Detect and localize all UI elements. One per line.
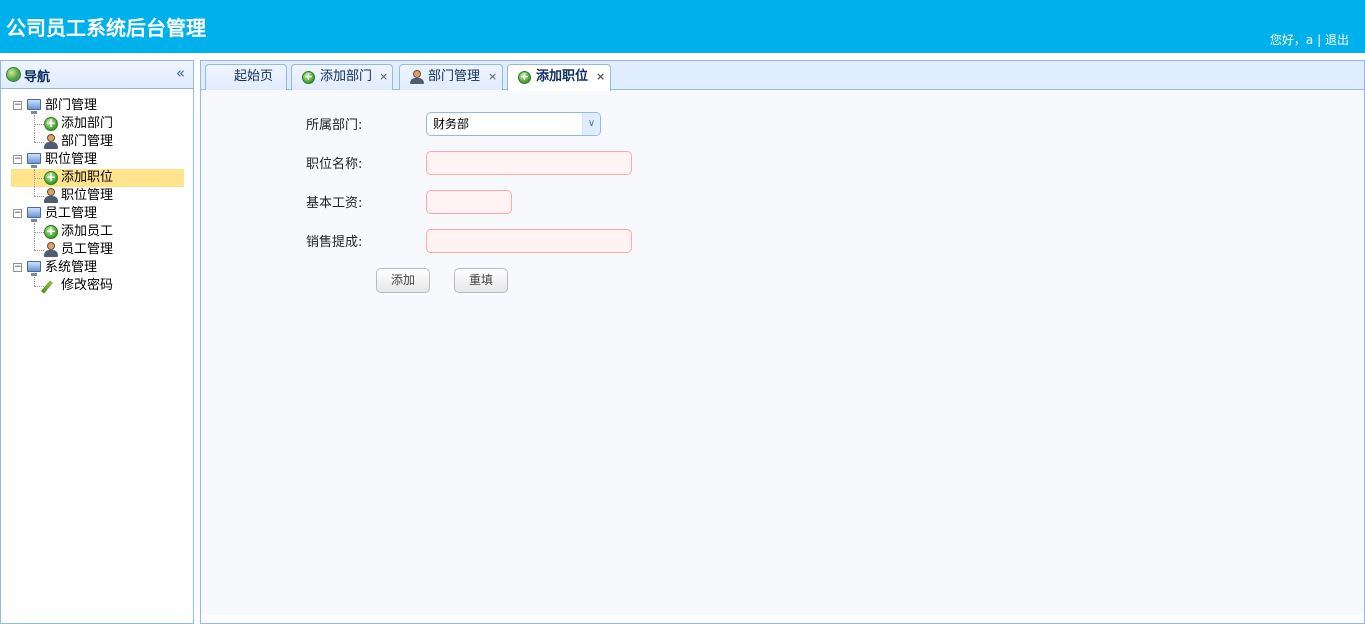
commission-label: 销售提成: [306,235,363,250]
close-icon[interactable]: × [488,65,497,89]
tree-item-add-position[interactable]: + 添加职位 [11,169,184,187]
tree-item-change-password[interactable]: 修改密码 [11,277,184,295]
add-icon: + [44,170,58,185]
reset-button[interactable]: 重填 [454,268,508,293]
user-bar: 您好，a | 退出 [1270,31,1349,48]
nav-tree: − 部门管理 + 添加部门 部门管理 − 职位管理 + 添加职位 职位管理 − … [11,97,184,295]
position-name-label: 职位名称: [306,157,363,172]
tree-item-label: 职位管理 [61,188,114,203]
dept-select[interactable]: 财务部 ∨ [426,112,601,136]
tree-line [34,241,35,250]
pencil-icon [40,280,54,294]
close-icon[interactable]: × [596,65,605,89]
monitor-icon [27,207,41,222]
tree-item-label: 添加职位 [61,170,114,185]
dept-select-value: 财务部 [433,117,470,131]
tree-line [34,187,35,196]
close-icon[interactable]: × [379,65,388,89]
user-icon [44,134,58,150]
chevron-down-icon[interactable]: ∨ [582,113,600,135]
tab-add-position[interactable]: + 添加职位 × [507,64,611,91]
tree-node-system[interactable]: − 系统管理 [11,259,184,277]
add-icon: + [44,116,58,131]
salary-label: 基本工资: [306,196,363,211]
collapse-toggle-icon[interactable]: − [13,101,22,110]
logout-link[interactable]: 退出 [1325,33,1349,47]
nav-panel-title: 导航 [24,70,51,85]
monitor-icon [27,99,41,114]
tab-bar: 起始页 + 添加部门 × 部门管理 × + 添加职位 × [201,61,1364,91]
add-icon: + [518,70,531,84]
monitor-icon [27,153,41,168]
tree-item-add-dept[interactable]: + 添加部门 [11,115,184,133]
nav-panel-header: 导航 « [1,61,193,89]
tree-line [34,142,44,143]
tab-label: 添加部门 [320,69,373,84]
tree-item-employee-manage[interactable]: 员工管理 [11,241,184,259]
tree-item-dept-manage[interactable]: 部门管理 [11,133,184,151]
tree-node-employee[interactable]: − 员工管理 [11,205,184,223]
tree-node-label: 部门管理 [45,98,98,113]
tree-node-label: 员工管理 [45,206,98,221]
tree-line [34,124,44,125]
add-button[interactable]: 添加 [376,268,430,293]
header: 公司员工系统后台管理 您好，a | 退出 [0,0,1365,53]
tree-line [34,133,35,142]
tree-node-dept[interactable]: − 部门管理 [11,97,184,115]
add-icon: + [44,224,58,239]
greeting: 您好，a [1269,33,1314,47]
user-icon [44,242,58,258]
tree-node-position[interactable]: − 职位管理 [11,151,184,169]
tab-dept-manage[interactable]: 部门管理 × [399,64,503,90]
tree-item-label: 添加员工 [61,224,114,239]
dept-label: 所属部门: [306,118,363,133]
nav-panel: 导航 « − 部门管理 + 添加部门 部门管理 − 职位管理 + 添加职位 职位… [0,60,194,624]
content-panel: 起始页 + 添加部门 × 部门管理 × + 添加职位 × 所属部门: 财务部 ∨… [200,60,1365,624]
tree-item-label: 员工管理 [61,242,114,257]
tree-node-label: 系统管理 [45,260,98,275]
tab-label: 添加职位 [536,69,589,84]
add-icon: + [302,70,315,84]
panel-footer [201,615,1364,623]
globe-icon [6,67,21,82]
tab-add-dept[interactable]: + 添加部门 × [291,64,393,90]
tree-line [34,250,44,251]
commission-input[interactable] [426,229,632,253]
separator: | [1317,33,1322,47]
user-icon [44,188,58,204]
tree-line [34,286,44,287]
tab-home[interactable]: 起始页 [205,64,287,90]
app-title: 公司员工系统后台管理 [6,16,206,40]
collapse-toggle-icon[interactable]: − [13,209,22,218]
tree-item-label: 添加部门 [61,116,114,131]
tree-line [34,178,44,179]
tree-item-label: 修改密码 [61,278,114,293]
position-name-input[interactable] [426,151,632,175]
monitor-icon [27,261,41,276]
tree-line [34,277,35,286]
collapse-icon[interactable]: « [176,64,185,82]
salary-input[interactable] [426,190,512,214]
collapse-toggle-icon[interactable]: − [13,263,22,272]
collapse-toggle-icon[interactable]: − [13,155,22,164]
tree-item-position-manage[interactable]: 职位管理 [11,187,184,205]
tree-item-add-employee[interactable]: + 添加员工 [11,223,184,241]
tree-line [34,232,44,233]
tree-item-label: 部门管理 [61,134,114,149]
user-icon [410,70,424,85]
tree-line [34,196,44,197]
tab-label: 起始页 [234,69,274,84]
tree-node-label: 职位管理 [45,152,98,167]
tab-label: 部门管理 [428,69,481,84]
